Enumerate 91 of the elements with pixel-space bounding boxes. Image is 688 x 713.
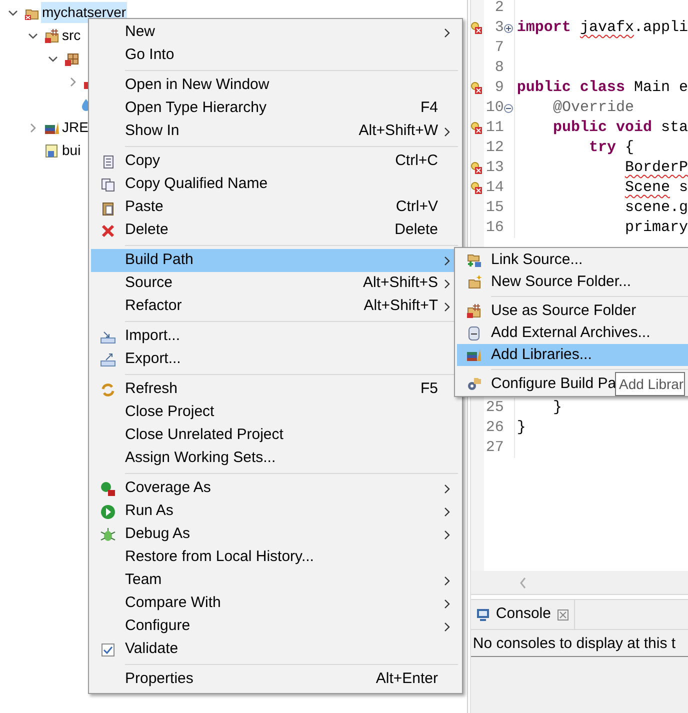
- close-icon[interactable]: [556, 608, 569, 620]
- line-number: 3: [494, 18, 504, 38]
- line-number: 8: [494, 58, 504, 78]
- checkbox-icon: [100, 642, 116, 658]
- line-number: 13: [484, 158, 504, 178]
- delete-icon: [100, 222, 116, 238]
- expand-icon[interactable]: [504, 24, 514, 32]
- menu-item[interactable]: Paste Ctrl+V: [91, 196, 460, 219]
- tree-item[interactable]: src: [61, 25, 82, 46]
- code-line: try {: [588, 138, 634, 158]
- menu-item[interactable]: New Source Folder...: [457, 271, 654, 293]
- console-message: No consoles to display at this t: [470, 630, 688, 656]
- menu-item[interactable]: Open in New Window: [91, 74, 460, 97]
- menu-item[interactable]: Properties Alt+Enter: [91, 668, 460, 691]
- code-line: Scene s: [624, 178, 688, 198]
- folder-link-icon: [466, 252, 482, 268]
- line-number: 27: [484, 438, 504, 458]
- menu-item[interactable]: Show In Alt+Shift+W: [91, 120, 460, 143]
- gear-icon: [466, 376, 482, 392]
- tree-item[interactable]: JRE: [61, 117, 90, 138]
- monitor-icon: [476, 608, 490, 622]
- menu-item[interactable]: Refresh F5: [91, 378, 460, 401]
- menu-item[interactable]: Restore from Local History...: [91, 546, 460, 569]
- line-number: 14: [484, 178, 504, 198]
- line-number: 9: [494, 78, 504, 98]
- clipboard-icon: [100, 200, 116, 216]
- source-folder-icon: [466, 303, 482, 319]
- menu-item[interactable]: Run As: [91, 500, 460, 523]
- collapse-icon[interactable]: [8, 8, 18, 18]
- menu-item[interactable]: New: [91, 21, 460, 44]
- menu-item[interactable]: Copy Qualified Name: [91, 173, 460, 196]
- menu-item[interactable]: Link Source...: [457, 249, 605, 271]
- code-line: scene.g: [624, 198, 688, 218]
- line-number: 11: [484, 118, 504, 138]
- code-line: primary: [624, 218, 688, 238]
- menu-item[interactable]: Validate: [91, 638, 460, 661]
- line-number: 7: [494, 38, 504, 58]
- tree-item[interactable]: bui: [61, 140, 82, 161]
- horizontal-scrollbar[interactable]: [470, 571, 688, 595]
- code-line: public void sta: [552, 118, 688, 138]
- refresh-icon: [100, 382, 116, 398]
- import-icon: [100, 328, 116, 344]
- package-icon: [64, 50, 80, 66]
- menu-item[interactable]: Open Type Hierarchy F4: [91, 97, 460, 120]
- menu-item[interactable]: Close Unrelated Project: [91, 424, 460, 447]
- code-line: @Override: [552, 98, 634, 118]
- line-number: 26: [484, 418, 504, 438]
- copy-icon: [100, 176, 116, 192]
- code-line: }: [552, 398, 562, 418]
- menu-item[interactable]: Close Project: [91, 401, 460, 424]
- menu-item[interactable]: Use as Source Folder: [457, 300, 658, 322]
- code-line: public class Main e: [516, 78, 688, 98]
- menu-item[interactable]: Source Alt+Shift+S: [91, 272, 460, 295]
- bug-icon: [100, 526, 116, 542]
- menu-item[interactable]: Configure: [91, 615, 460, 638]
- menu-item[interactable]: Export...: [91, 348, 460, 371]
- tooltip: Add Librar: [615, 372, 685, 396]
- source-folder-icon: [44, 28, 60, 44]
- menu-item[interactable]: Copy Ctrl+C: [91, 150, 460, 173]
- menu-item[interactable]: Assign Working Sets...: [91, 447, 460, 470]
- expand-icon[interactable]: [28, 122, 38, 132]
- run-icon: [100, 504, 116, 520]
- menu-item[interactable]: Team: [91, 569, 460, 592]
- line-number: 15: [484, 198, 504, 218]
- menu-item[interactable]: Debug As: [91, 523, 460, 546]
- collapse-icon[interactable]: [48, 54, 58, 64]
- code-line: BorderP: [624, 158, 688, 178]
- menu-item[interactable]: Import...: [91, 325, 460, 348]
- menu-item[interactable]: Coverage As: [91, 477, 460, 500]
- menu-item[interactable]: Add External Archives...: [457, 322, 672, 344]
- menu-item[interactable]: Refactor Alt+Shift+T: [91, 295, 460, 318]
- collapse-icon[interactable]: [504, 104, 514, 112]
- books-icon: [466, 347, 482, 363]
- document-icon: [44, 142, 60, 158]
- line-number: 10: [484, 98, 504, 118]
- code-line: }: [516, 418, 526, 438]
- line-number: 16: [484, 218, 504, 238]
- expand-icon[interactable]: [68, 76, 78, 86]
- export-icon: [100, 352, 116, 368]
- line-number: 2: [494, 0, 504, 18]
- code-line: import javafx.appli: [516, 18, 688, 38]
- collapse-icon[interactable]: [28, 30, 38, 40]
- coverage-icon: [100, 480, 116, 496]
- menu-item[interactable]: Delete Delete: [91, 219, 460, 242]
- line-number: 25: [484, 398, 504, 418]
- jar-icon: [466, 325, 482, 341]
- menu-item[interactable]: Compare With: [91, 592, 460, 615]
- menu-item[interactable]: Add Libraries...: [457, 344, 688, 366]
- new-folder-icon: [466, 274, 482, 290]
- line-number: 12: [484, 138, 504, 158]
- menu-item[interactable]: Go Into: [91, 44, 460, 67]
